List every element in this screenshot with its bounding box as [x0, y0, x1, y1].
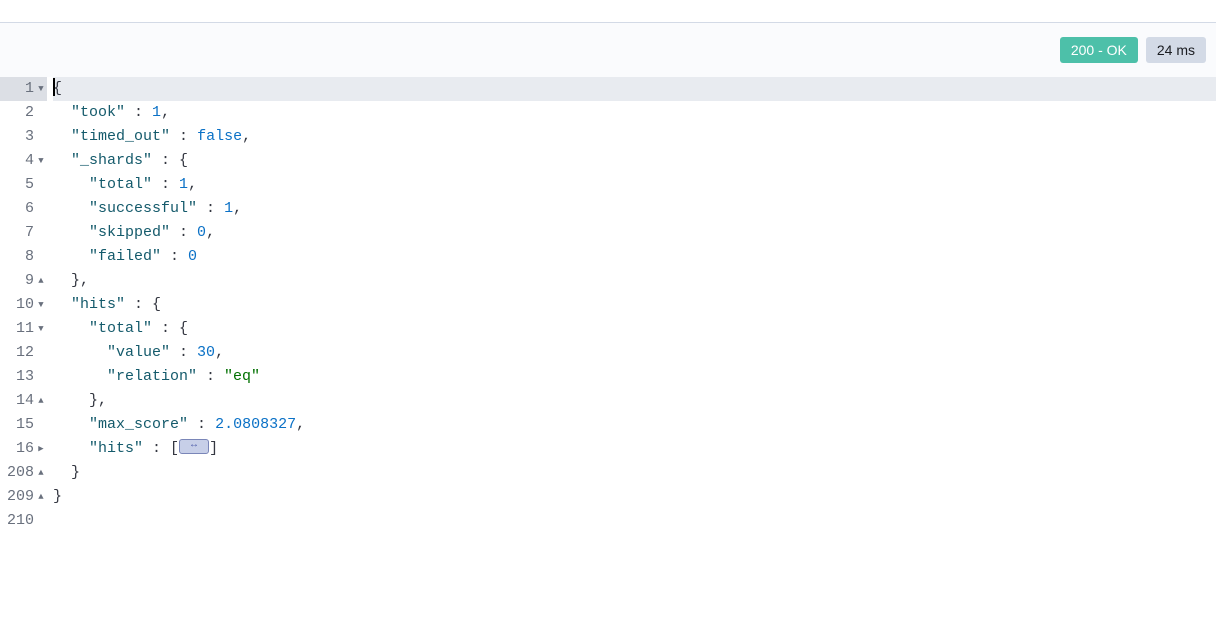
fold-open-icon[interactable]: ▼ — [36, 84, 46, 94]
code-content[interactable]: { "took" : 1, "timed_out" : false, "_sha… — [47, 77, 1216, 609]
code-editor[interactable]: 1▼ 2 3 4▼ 5 6 7 8 9▲ 10▼ 11▼ 12 13 14▲ 1… — [0, 77, 1216, 609]
gutter-line: 2 — [0, 101, 47, 125]
text-cursor — [53, 78, 55, 96]
code-line: "hits" : { — [53, 293, 1216, 317]
gutter-line: 12 — [0, 341, 47, 365]
gutter-line: 15 — [0, 413, 47, 437]
gutter-line: 6 — [0, 197, 47, 221]
fold-open-icon[interactable]: ▼ — [36, 324, 46, 334]
code-line: "total" : { — [53, 317, 1216, 341]
fold-open-icon[interactable]: ▼ — [36, 300, 46, 310]
code-line: "total" : 1, — [53, 173, 1216, 197]
top-border — [0, 0, 1216, 23]
code-line: "timed_out" : false, — [53, 125, 1216, 149]
fold-close-icon[interactable]: ▲ — [36, 468, 46, 478]
status-bar: 200 - OK 24 ms — [0, 23, 1216, 77]
code-line: }, — [53, 269, 1216, 293]
code-line: "max_score" : 2.0808327, — [53, 413, 1216, 437]
gutter-line: 11▼ — [0, 317, 47, 341]
code-line: "failed" : 0 — [53, 245, 1216, 269]
code-line: } — [53, 461, 1216, 485]
code-line: "_shards" : { — [53, 149, 1216, 173]
gutter-line: 208▲ — [0, 461, 47, 485]
code-line: { — [53, 77, 1216, 101]
fold-marker-icon[interactable] — [179, 439, 209, 454]
gutter-line: 10▼ — [0, 293, 47, 317]
code-line — [53, 509, 1216, 533]
gutter-line: 3 — [0, 125, 47, 149]
code-line: "took" : 1, — [53, 101, 1216, 125]
fold-close-icon[interactable]: ▲ — [36, 396, 46, 406]
code-line: "hits" : [] — [53, 437, 1216, 461]
code-line: "relation" : "eq" — [53, 365, 1216, 389]
line-gutter: 1▼ 2 3 4▼ 5 6 7 8 9▲ 10▼ 11▼ 12 13 14▲ 1… — [0, 77, 47, 609]
fold-collapsed-icon[interactable]: ▶ — [36, 444, 46, 454]
code-line: "value" : 30, — [53, 341, 1216, 365]
code-line: "skipped" : 0, — [53, 221, 1216, 245]
fold-open-icon[interactable]: ▼ — [36, 156, 46, 166]
code-line: }, — [53, 389, 1216, 413]
gutter-line: 1▼ — [0, 77, 47, 101]
code-line: "successful" : 1, — [53, 197, 1216, 221]
gutter-line: 4▼ — [0, 149, 47, 173]
gutter-line: 210 — [0, 509, 47, 533]
gutter-line: 209▲ — [0, 485, 47, 509]
gutter-line: 13 — [0, 365, 47, 389]
gutter-line: 5 — [0, 173, 47, 197]
gutter-line: 16▶ — [0, 437, 47, 461]
gutter-line: 7 — [0, 221, 47, 245]
response-time-badge: 24 ms — [1146, 37, 1206, 63]
code-line: } — [53, 485, 1216, 509]
fold-close-icon[interactable]: ▲ — [36, 492, 46, 502]
gutter-line: 9▲ — [0, 269, 47, 293]
fold-close-icon[interactable]: ▲ — [36, 276, 46, 286]
gutter-line: 8 — [0, 245, 47, 269]
gutter-line: 14▲ — [0, 389, 47, 413]
status-code-badge: 200 - OK — [1060, 37, 1138, 63]
